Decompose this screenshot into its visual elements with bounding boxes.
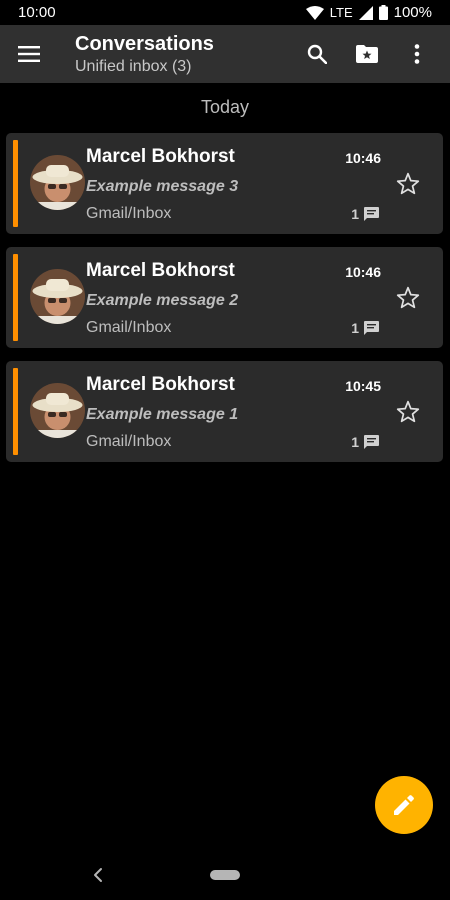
conversation-card[interactable]: Marcel Bokhorst Example message 2 Gmail/… [6,247,443,348]
unread-indicator [13,368,18,455]
message-subject: Example message 2 [86,292,239,309]
app-bar: Conversations Unified inbox (3) [0,25,450,83]
conversation-card[interactable]: Marcel Bokhorst Example message 1 Gmail/… [6,361,443,462]
sender-name: Marcel Bokhorst [86,146,235,167]
folder-star-button[interactable] [342,29,392,79]
folder-label: Gmail/Inbox [86,433,172,450]
chat-bubble-icon [364,321,379,335]
page-title: Conversations [75,33,214,55]
star-icon[interactable] [395,399,421,425]
message-count-value: 1 [351,434,359,450]
status-time: 10:00 [18,4,56,21]
more-vert-icon [414,44,420,64]
status-bar: 10:00 LTE 100% [0,0,450,25]
more-options-button[interactable] [392,29,442,79]
app-actions [292,25,442,83]
folder-star-icon [356,45,378,63]
home-button[interactable] [210,870,240,880]
message-count-value: 1 [351,320,359,336]
back-icon[interactable] [88,864,110,886]
wifi-icon [305,5,324,20]
message-count: 1 [351,320,379,336]
message-subject: Example message 3 [86,178,239,195]
menu-icon [18,46,40,62]
page-subtitle: Unified inbox (3) [75,58,192,75]
message-time: 10:46 [345,150,381,166]
edit-pencil-icon [394,795,414,815]
search-icon [307,44,327,64]
search-button[interactable] [292,29,342,79]
message-subject: Example message 1 [86,406,239,423]
message-time: 10:46 [345,264,381,280]
unread-indicator [13,254,18,341]
folder-label: Gmail/Inbox [86,319,172,336]
avatar [30,383,85,438]
avatar [30,269,85,324]
app-titles: Conversations Unified inbox (3) [75,32,214,78]
avatar [30,155,85,210]
unread-indicator [13,140,18,227]
message-time: 10:45 [345,378,381,394]
sender-name: Marcel Bokhorst [86,260,235,281]
battery-level: 100% [393,4,432,21]
section-header: Today [200,97,250,117]
network-label: LTE [329,5,353,20]
message-count: 1 [351,206,379,222]
system-nav-bar [0,850,450,900]
sender-name: Marcel Bokhorst [86,374,235,395]
menu-button[interactable] [0,25,58,83]
chat-bubble-icon [364,207,379,221]
star-icon[interactable] [395,285,421,311]
battery-icon [378,5,388,20]
star-icon[interactable] [395,171,421,197]
message-count: 1 [351,434,379,450]
chat-bubble-icon [364,435,379,449]
status-icons: LTE 100% [305,4,432,21]
folder-label: Gmail/Inbox [86,205,172,222]
message-count-value: 1 [351,206,359,222]
cell-signal-icon [358,5,373,20]
conversation-card[interactable]: Marcel Bokhorst Example message 3 Gmail/… [6,133,443,234]
compose-button[interactable] [375,776,433,834]
